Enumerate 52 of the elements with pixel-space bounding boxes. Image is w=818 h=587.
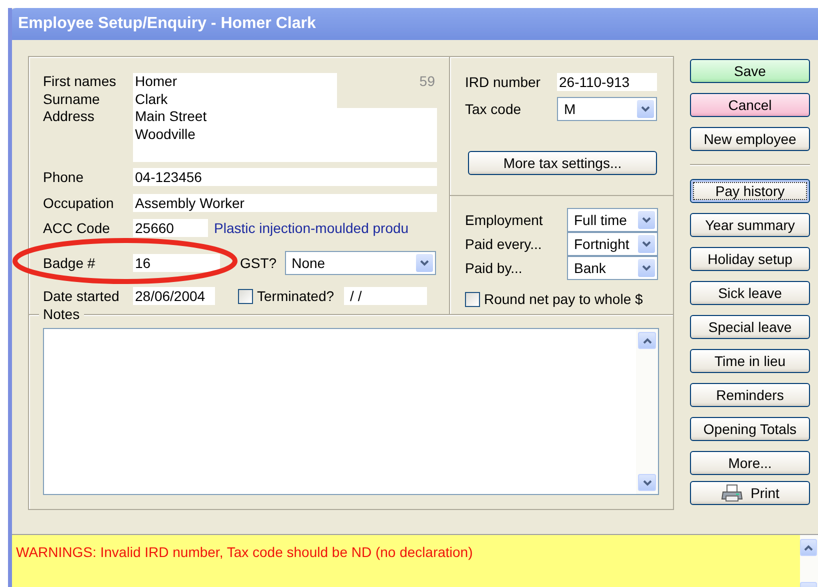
acc-description: Plastic injection-moulded produ [214,220,409,236]
action-button[interactable]: Special leave [690,315,810,339]
badge-field[interactable]: 16 [133,254,220,272]
warning-text: WARNINGS: Invalid IRD number, Tax code should be ND (no declaration) [16,544,473,560]
action-button[interactable]: Year summary [690,213,810,237]
pay-select[interactable]: Bank [567,256,658,280]
gst-select[interactable]: None [284,251,436,275]
action-button[interactable]: Reminders [690,383,810,407]
name-value: Homer [135,73,178,90]
field-label: Occupation [43,194,115,212]
field-label: Date started [43,287,120,305]
action-button[interactable]: Opening Totals [690,417,810,441]
address-field[interactable]: Main Street Woodville [133,108,437,162]
address-line: Woodville [135,126,196,143]
pay-select[interactable]: Full time [567,208,658,232]
ird-number-field[interactable]: 26-110-913 [557,73,657,91]
field-label: Phone [43,168,84,186]
action-button[interactable]: Time in lieu [690,349,810,373]
field-label: IRD number [465,73,542,91]
action-button[interactable]: Holiday setup [690,247,810,271]
field-label: First names [43,73,118,90]
acc-code-field[interactable]: 25660 [133,219,208,237]
pay-select[interactable]: Fortnight [567,232,658,256]
action-button[interactable]: Pay history [690,179,810,203]
field-label: Paid by... [465,259,524,277]
field-label: Paid every... [465,235,543,253]
action-button[interactable]: More... [690,451,810,475]
field-label: Badge # [43,254,96,272]
action-button[interactable]: New employee [690,127,810,151]
address-line: Main Street [135,108,208,126]
field-label: Tax code [465,100,522,118]
terminated-date-field[interactable]: / / [344,287,428,305]
field-label: ACC Code [43,219,111,237]
save-button[interactable]: Save [690,59,810,83]
field-label: Employment [465,211,544,229]
tax-code-select[interactable]: M [557,97,657,121]
field-label: GST? [240,254,277,272]
field-label: Surname [43,90,101,108]
name-value: Clark [135,90,169,108]
name-field[interactable]: Homer Clark [133,73,337,108]
window-title: Employee Setup/Enquiry - Homer Clark [12,8,818,40]
field-label: Terminated? [257,287,334,305]
cancel-button[interactable]: Cancel [690,93,810,117]
date-started-field[interactable]: 28/06/2004 [133,287,215,305]
phone-field[interactable]: 04-123456 [133,168,437,186]
occupation-field[interactable]: Assembly Worker [133,194,437,212]
employee-number: 59 [418,73,436,91]
more-tax-settings-button[interactable]: More tax settings... [468,151,657,175]
action-button[interactable]: Sick leave [690,281,810,305]
field-label: Address [43,108,96,126]
print-button[interactable]: Print [690,481,810,505]
field-label: Round net pay to whole $ [484,290,643,308]
